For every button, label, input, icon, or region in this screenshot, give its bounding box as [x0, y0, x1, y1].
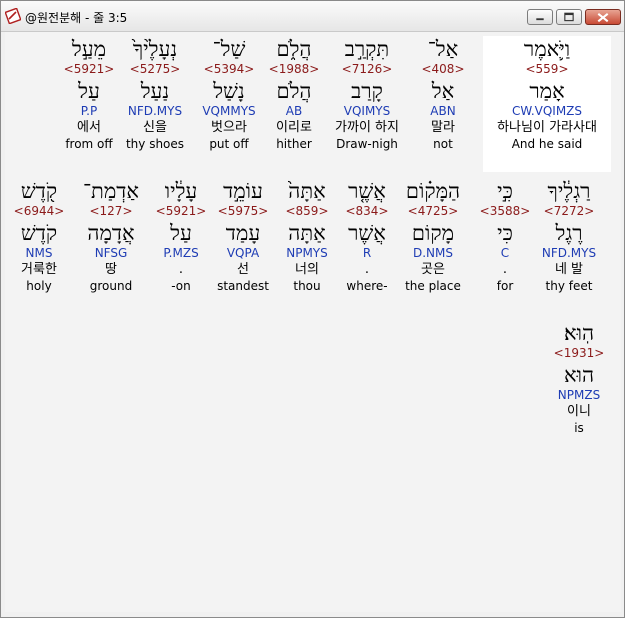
hebrew-word: כִּ֣י: [497, 179, 513, 203]
word-cell[interactable]: אַדְמַת־ <127> אֲדָמָה NFSG 땅 ground: [69, 178, 153, 293]
strong-number[interactable]: <1931>: [537, 346, 621, 361]
english-gloss: Draw-nigh: [336, 137, 398, 151]
hebrew-word: הֽוּא׃: [563, 321, 595, 345]
korean-gloss: 벗으라: [211, 120, 247, 135]
morphology-code: VQMMYS: [202, 104, 256, 118]
english-gloss: holy: [26, 279, 52, 293]
lemma-word: אֲדָמָה: [87, 221, 135, 245]
app-window: @원전분해 - 줄 3:5 וַיֹּ֛אמֶר <559> אָמַר CW.…: [0, 0, 625, 618]
morphology-code: ABN: [430, 104, 456, 118]
close-button[interactable]: [585, 9, 621, 25]
lemma-word: נָשַׁל: [213, 79, 245, 103]
strong-number[interactable]: <5921>: [47, 62, 131, 77]
word-cell[interactable]: כִּ֣י <3588> כִּי C . for: [463, 178, 547, 293]
english-gloss: not: [433, 137, 453, 151]
morphology-code: CW.VQIMZS: [511, 104, 583, 118]
hebrew-word: תִּקְרַ֣ב: [344, 37, 390, 61]
english-gloss: for: [496, 279, 514, 293]
word-cell[interactable]: וַיֹּ֛אמֶר <559> אָמַר CW.VQIMZS 하나님이 가라…: [483, 36, 611, 172]
hebrew-word: אַל־: [427, 37, 459, 61]
lemma-word: קָרַב: [351, 79, 383, 103]
korean-gloss: 하나님이 가라사대: [497, 120, 597, 135]
morphology-code: NMS: [25, 246, 53, 260]
maximize-icon: [564, 12, 574, 22]
english-gloss: And he said: [511, 137, 583, 151]
minimize-button[interactable]: [527, 9, 553, 25]
korean-gloss: 이니: [567, 404, 591, 419]
window-title: @원전분해 - 줄 3:5: [25, 11, 128, 25]
korean-gloss: 에서: [77, 120, 101, 135]
strong-number[interactable]: <3588>: [463, 204, 547, 219]
korean-gloss: 땅: [105, 262, 117, 277]
strong-number[interactable]: <6944>: [0, 204, 81, 219]
english-gloss: ground: [89, 279, 133, 293]
lemma-word: אַל: [431, 79, 455, 103]
morphology-code: VQIMYS: [343, 104, 391, 118]
english-gloss: is: [574, 421, 584, 435]
word-cell[interactable]: מֵעַ֣ל <5921> עַל P.P 에서 from off: [47, 36, 131, 151]
korean-gloss: 거룩한: [21, 262, 57, 277]
hebrew-word: וַיֹּ֛אמֶר: [523, 37, 571, 61]
word-cell[interactable]: קֹ֖דֶשׁ <6944> קֹדֶשׁ NMS 거룩한 holy: [0, 178, 81, 293]
minimize-icon: [536, 18, 544, 21]
hebrew-word: קֹ֖דֶשׁ: [20, 179, 58, 203]
strong-number[interactable]: <127>: [69, 204, 153, 219]
strong-number[interactable]: <7126>: [325, 62, 409, 77]
morphology-code: NPMZS: [557, 388, 601, 402]
english-gloss: put off: [209, 137, 249, 151]
korean-gloss: 말라: [431, 120, 455, 135]
korean-gloss: 가까이 하지: [335, 120, 399, 135]
maximize-button[interactable]: [556, 9, 582, 25]
title-bar[interactable]: @원전분해 - 줄 3:5: [1, 1, 624, 32]
strong-number[interactable]: <5394>: [187, 62, 271, 77]
lemma-word: אָמַר: [529, 79, 565, 103]
lemma-word: הוּא: [563, 363, 595, 387]
app-book-icon: [5, 8, 21, 24]
lemma-word: קֹדֶשׁ: [20, 221, 58, 245]
hebrew-word: שַׁל־: [212, 37, 246, 61]
morphology-code: NFSG: [94, 246, 128, 260]
hebrew-word: מֵעַ֣ל: [71, 37, 107, 61]
korean-gloss: .: [502, 262, 508, 277]
strong-number[interactable]: <408>: [401, 62, 485, 77]
morphology-code: P.P: [80, 104, 98, 118]
word-cell[interactable]: אַל־ <408> אַל ABN 말라 not: [401, 36, 485, 151]
strong-number[interactable]: <559>: [483, 62, 611, 77]
word-cell[interactable]: הֽוּא׃ <1931> הוּא NPMZS 이니 is: [537, 320, 621, 435]
word-cell[interactable]: תִּקְרַ֣ב <7126> קָרַב VQIMYS 가까이 하지 Dra…: [325, 36, 409, 151]
hebrew-word: אַדְמַת־: [83, 179, 139, 203]
interlinear-panel: וַיֹּ֛אמֶר <559> אָמַר CW.VQIMZS 하나님이 가라…: [5, 32, 621, 612]
word-cell[interactable]: שַׁל־ <5394> נָשַׁל VQMMYS 벗으라 put off: [187, 36, 271, 151]
close-icon: [597, 12, 609, 23]
morphology-code: C: [500, 246, 510, 260]
english-gloss: from off: [65, 137, 113, 151]
lemma-word: עַל: [78, 79, 100, 103]
lemma-word: כִּי: [497, 221, 513, 245]
